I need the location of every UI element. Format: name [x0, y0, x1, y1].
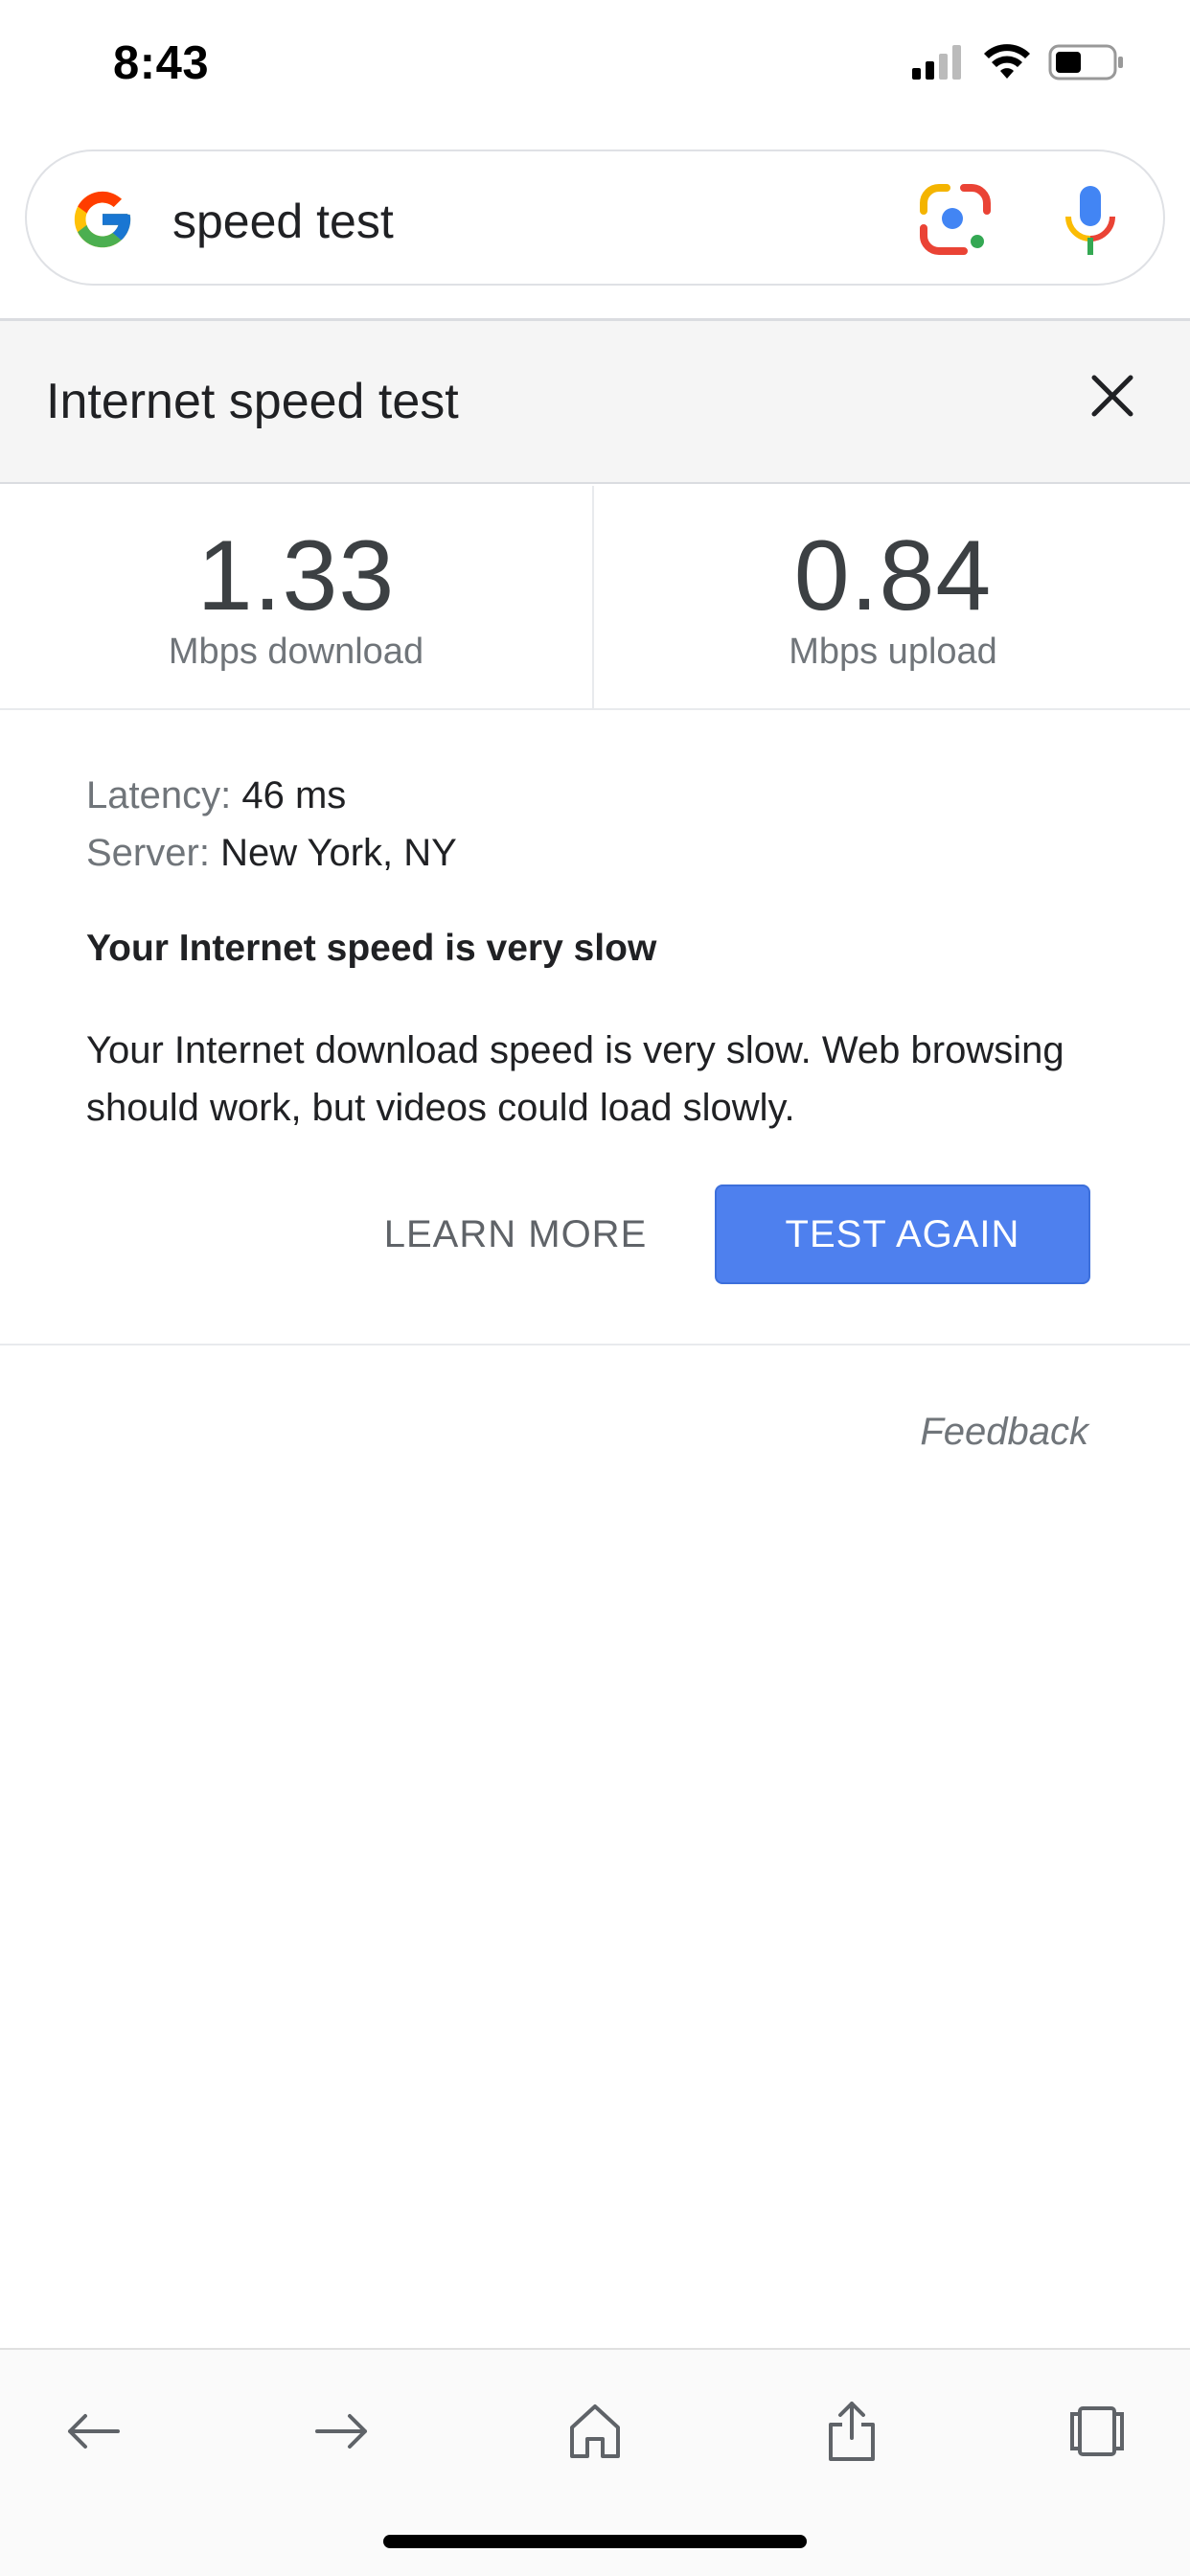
server-value: New York, NY	[220, 832, 457, 874]
server-line: Server: New York, NY	[86, 824, 1102, 882]
test-again-button[interactable]: TEST AGAIN	[715, 1184, 1090, 1284]
forward-icon	[315, 2414, 367, 2449]
home-indicator	[383, 2535, 807, 2548]
divider	[0, 1344, 1190, 1346]
share-icon	[829, 2402, 875, 2461]
close-icon[interactable]	[1085, 368, 1140, 424]
microphone-icon[interactable]	[1062, 184, 1119, 257]
upload-value: 0.84	[793, 520, 993, 632]
speed-description: Your Internet download speed is very slo…	[86, 1029, 1064, 1129]
download-value: 1.33	[196, 520, 396, 632]
back-icon	[68, 2414, 120, 2449]
back-button[interactable]	[50, 2388, 136, 2474]
search-input[interactable]: speed test	[172, 194, 394, 249]
wifi-icon	[984, 44, 1030, 79]
google-lens-icon[interactable]	[918, 182, 993, 257]
download-unit: Mbps download	[168, 632, 424, 672]
speed-results: 1.33 Mbps download 0.84 Mbps upload	[0, 486, 1190, 710]
server-label: Server:	[86, 832, 210, 874]
forward-button[interactable]	[299, 2388, 385, 2474]
status-time: 8:43	[113, 37, 210, 89]
google-logo-icon	[74, 191, 131, 248]
tabs-icon	[1070, 2406, 1124, 2456]
learn-more-button[interactable]: LEARN MORE	[364, 1184, 667, 1284]
widget-header: Internet speed test	[0, 321, 1190, 484]
home-icon	[570, 2404, 620, 2458]
latency-line: Latency: 46 ms	[86, 767, 1102, 824]
status-icons	[912, 44, 1125, 80]
tabs-button[interactable]	[1054, 2388, 1140, 2474]
battery-icon	[1048, 44, 1123, 80]
download-result: 1.33 Mbps download	[0, 486, 594, 710]
search-bar[interactable]: speed test	[25, 150, 1165, 286]
latency-value: 46 ms	[241, 774, 347, 816]
widget-title: Internet speed test	[46, 374, 459, 429]
details: Latency: 46 ms Server: New York, NY	[86, 767, 1102, 882]
feedback-link[interactable]: Feedback	[920, 1411, 1088, 1454]
status-bar: 8:43	[0, 0, 1190, 134]
upload-unit: Mbps upload	[789, 632, 997, 672]
speed-verdict: Your Internet speed is very slow	[86, 928, 657, 969]
home-button[interactable]	[552, 2388, 638, 2474]
cellular-signal-icon	[912, 45, 961, 80]
latency-label: Latency:	[86, 774, 232, 816]
upload-result: 0.84 Mbps upload	[596, 486, 1190, 710]
share-button[interactable]	[809, 2388, 895, 2474]
